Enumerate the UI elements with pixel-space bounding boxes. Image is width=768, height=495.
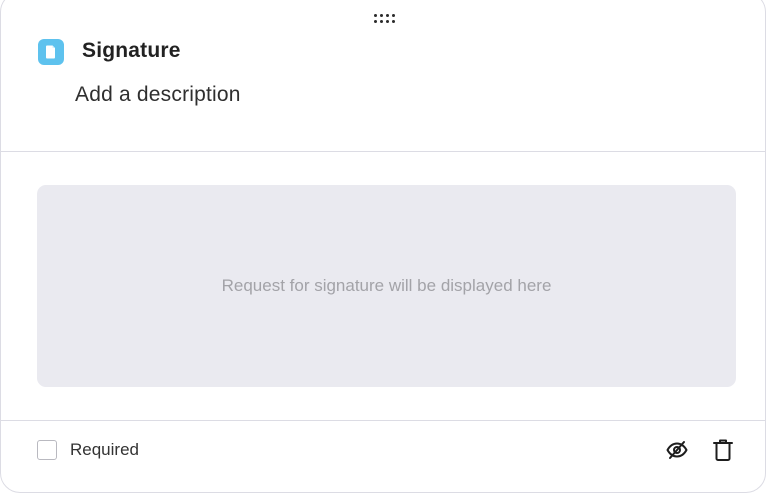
required-toggle[interactable]: Required (37, 440, 139, 460)
field-footer: Required (1, 421, 765, 492)
signature-placeholder-area: Request for signature will be displayed … (37, 185, 736, 387)
trash-icon[interactable] (711, 438, 735, 462)
document-icon (38, 39, 64, 65)
field-description[interactable]: Add a description (75, 83, 241, 107)
required-label: Required (70, 440, 139, 459)
signature-placeholder-text: Request for signature will be displayed … (221, 276, 552, 295)
field-title[interactable]: Signature (82, 39, 181, 63)
required-checkbox[interactable] (37, 440, 57, 460)
header-divider (1, 151, 765, 152)
eye-off-icon[interactable] (665, 438, 689, 462)
field-header: Signature Add a description (1, 1, 765, 151)
signature-field-card: Signature Add a description Request for … (0, 0, 766, 493)
